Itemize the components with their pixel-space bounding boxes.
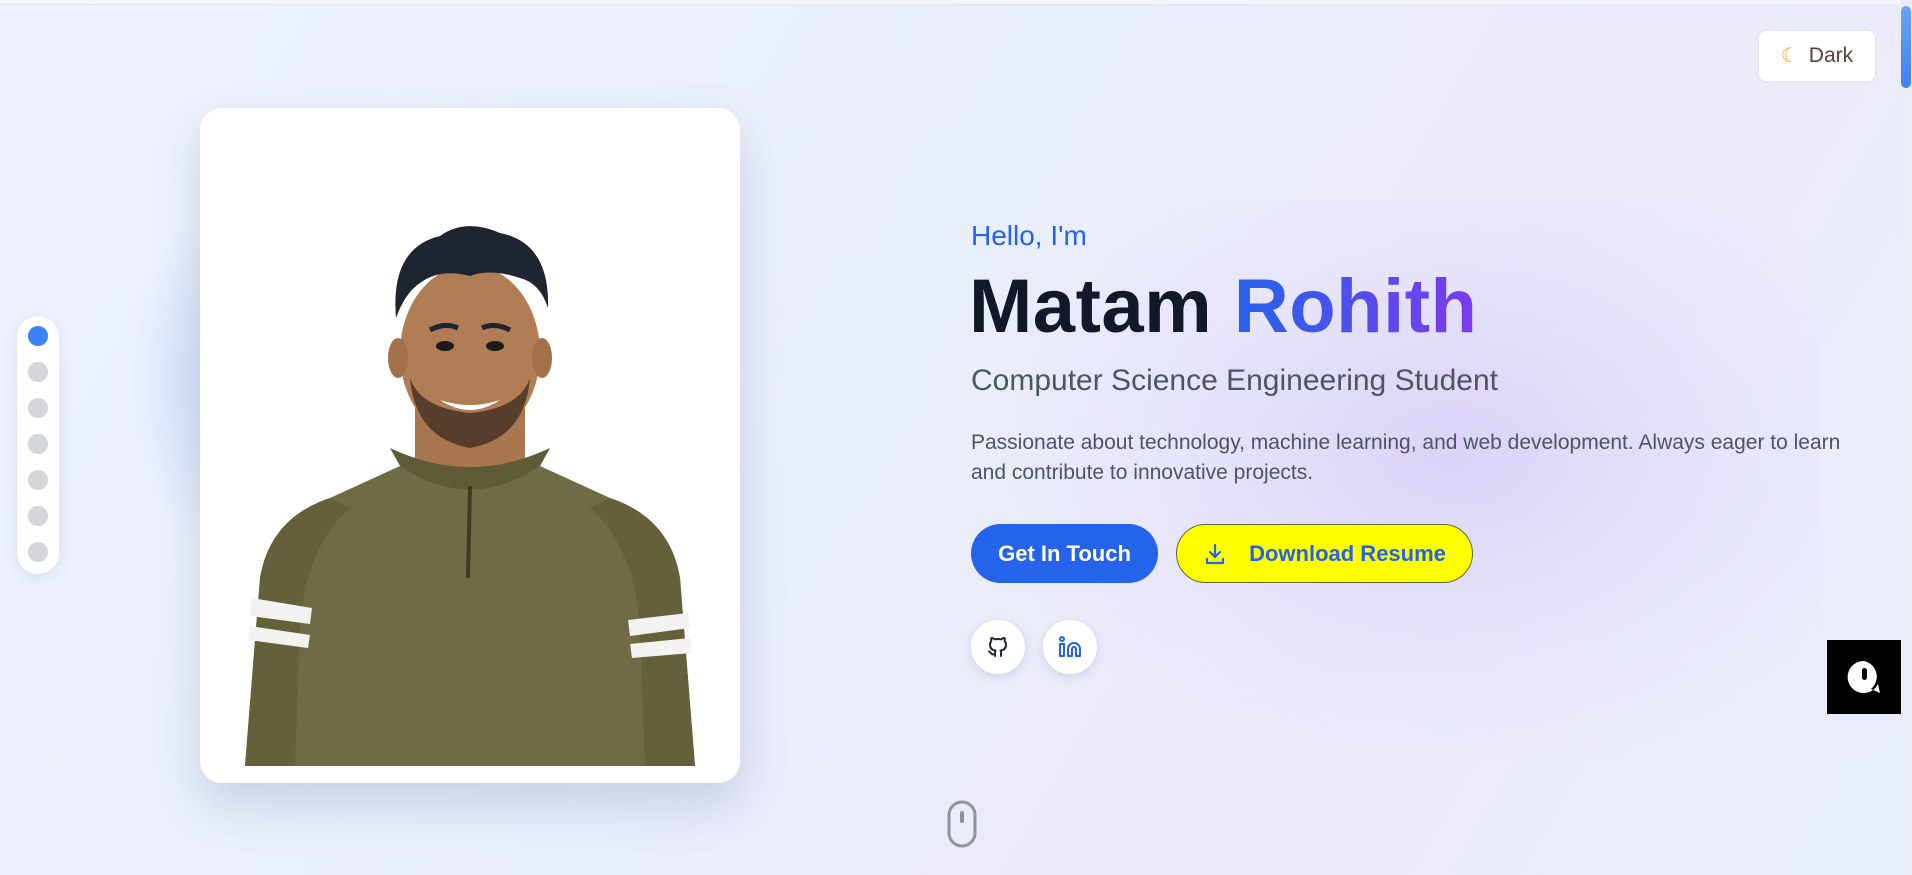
mouse-icon — [947, 800, 977, 848]
hero-first-name: Matam — [969, 264, 1213, 349]
section-dot-3[interactable] — [28, 398, 48, 418]
section-dot-6[interactable] — [28, 506, 48, 526]
profile-photo — [200, 108, 740, 783]
chat-widget-button[interactable] — [1827, 640, 1901, 714]
linkedin-link[interactable] — [1043, 620, 1097, 674]
download-resume-button[interactable]: Download Resume — [1176, 524, 1473, 583]
section-dot-2[interactable] — [28, 362, 48, 382]
github-icon — [988, 637, 1007, 657]
get-in-touch-label: Get In Touch — [998, 540, 1131, 566]
hero-description: Passionate about technology, machine lea… — [971, 431, 1841, 484]
section-dot-1[interactable] — [28, 326, 48, 346]
section-dots-nav — [17, 316, 59, 574]
download-resume-label: Download Resume — [1249, 540, 1446, 566]
get-in-touch-button[interactable]: Get In Touch — [971, 524, 1158, 583]
scrollbar[interactable] — [1900, 0, 1912, 875]
theme-toggle-label: Dark — [1808, 44, 1854, 67]
profile-photo-card — [200, 108, 740, 783]
section-dot-5[interactable] — [28, 470, 48, 490]
hero-role: Computer Science Engineering Student — [971, 364, 1498, 397]
github-link[interactable] — [971, 620, 1025, 674]
section-dot-4[interactable] — [28, 434, 48, 454]
top-border — [0, 0, 1912, 5]
moon-icon: ☾ — [1780, 45, 1799, 67]
download-icon — [1205, 543, 1225, 564]
theme-toggle-button[interactable]: ☾ Dark — [1758, 30, 1876, 82]
section-dot-7[interactable] — [28, 542, 48, 562]
chat-icon — [1847, 660, 1880, 693]
scrollbar-thumb[interactable] — [1901, 6, 1911, 88]
linkedin-icon — [1059, 636, 1081, 657]
hero-last-name: Rohith — [1233, 264, 1478, 349]
hero-greeting: Hello, I'm — [971, 220, 1087, 251]
hero-name: Matam Rohith — [969, 262, 1477, 352]
